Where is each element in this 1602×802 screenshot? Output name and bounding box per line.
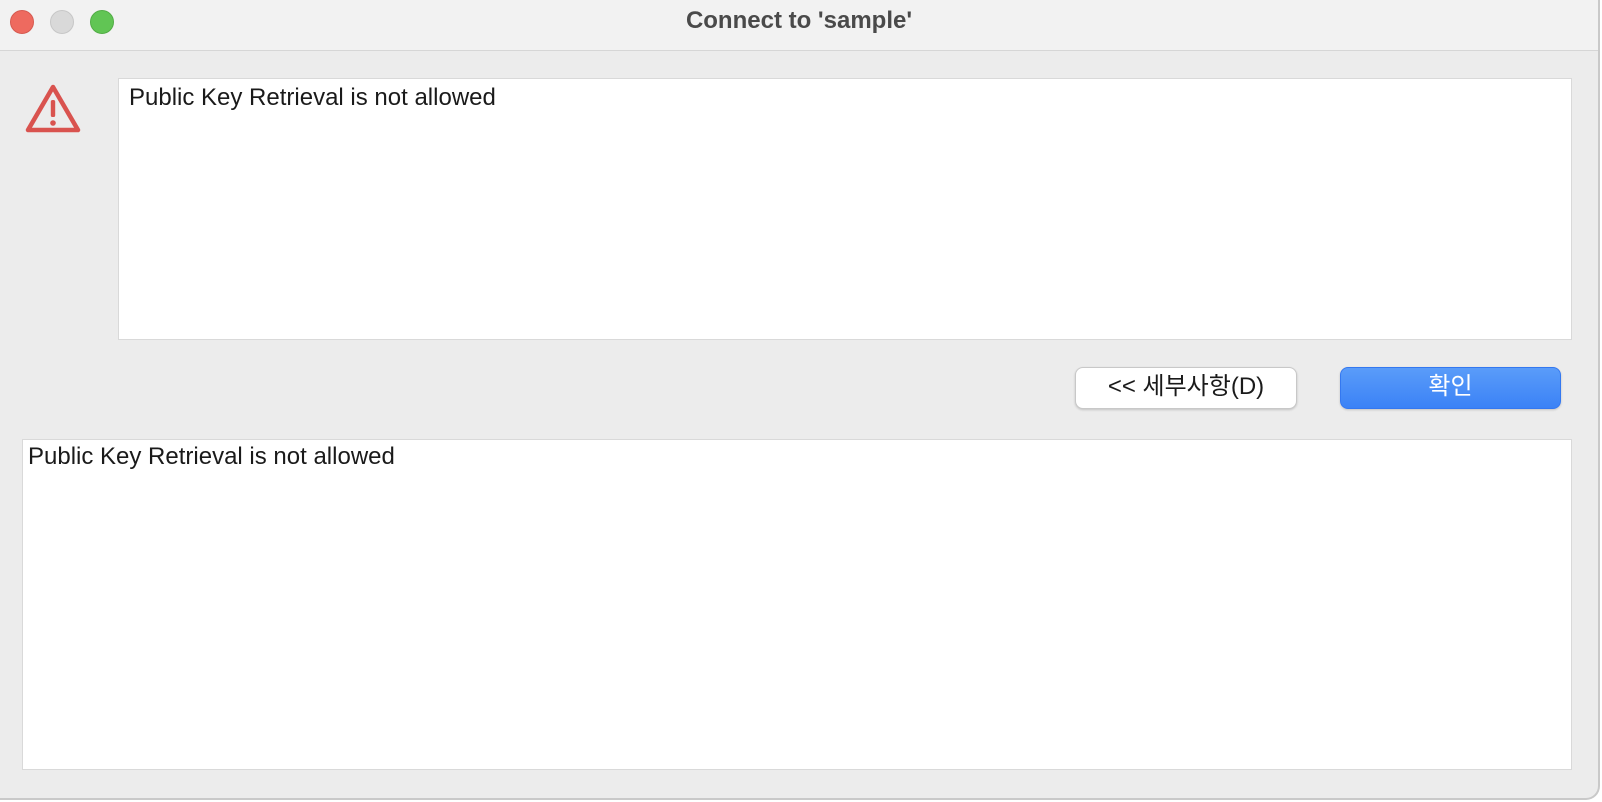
details-button[interactable]: << 세부사항(D) — [1075, 367, 1297, 409]
details-message: Public Key Retrieval is not allowed — [28, 443, 395, 470]
window-title: Connect to 'sample' — [685, 7, 913, 34]
title-bar[interactable]: Connect to 'sample' — [0, 0, 1598, 51]
error-message: Public Key Retrieval is not allowed — [129, 84, 496, 111]
warning-icon — [25, 84, 81, 133]
details-text-area[interactable]: Public Key Retrieval is not allowed — [22, 439, 1572, 770]
ok-button[interactable]: 확인 — [1340, 367, 1561, 409]
dialog-window: Connect to 'sample' Public Key Retrieval… — [0, 0, 1600, 800]
error-message-box[interactable]: Public Key Retrieval is not allowed — [118, 78, 1572, 340]
